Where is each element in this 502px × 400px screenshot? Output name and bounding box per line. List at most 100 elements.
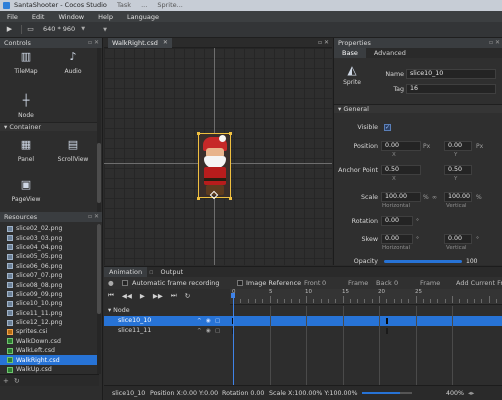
last-frame-icon[interactable]: ⏭: [171, 291, 177, 300]
resource-item[interactable]: slice10_10.png: [0, 299, 99, 308]
skew-y-input[interactable]: 0.00: [444, 234, 472, 244]
container-section[interactable]: ▾ Container: [0, 122, 99, 131]
anchor-y-input[interactable]: 0.50: [444, 165, 472, 175]
control-audio[interactable]: ♪ Audio: [50, 50, 96, 86]
panel-menu-icon[interactable]: ▫ ✕: [88, 38, 99, 48]
position-y-input[interactable]: 0.00: [444, 141, 472, 151]
first-frame-icon[interactable]: ⏮: [108, 291, 114, 300]
resize-handle-bl[interactable]: [197, 197, 200, 200]
tree-row-slice11[interactable]: slice11_11 ^ ◉ ▢: [104, 326, 230, 336]
prev-frame-icon[interactable]: ◀◀: [122, 292, 132, 300]
opacity-slider[interactable]: [384, 260, 462, 263]
menu-window[interactable]: Window: [51, 13, 91, 21]
animation-tab-pin-icon[interactable]: ▫: [147, 267, 155, 277]
resize-handle-br[interactable]: [229, 197, 232, 200]
close-icon[interactable]: ✕: [163, 38, 168, 48]
anchor-x-input[interactable]: 0.50: [381, 165, 421, 175]
playhead-line[interactable]: [233, 297, 234, 385]
resource-item[interactable]: slice02_02.png: [0, 224, 99, 233]
control-tilemap[interactable]: ▥ TileMap: [3, 50, 49, 86]
scale-y-input[interactable]: 100.00: [444, 192, 472, 202]
resources-scrollbar[interactable]: [97, 224, 101, 374]
timeline-row-slice11[interactable]: [230, 326, 502, 336]
panel-menu-icon[interactable]: ▫ ✕: [88, 212, 99, 222]
scale-x-input[interactable]: 100.00: [381, 192, 421, 202]
menu-language[interactable]: Language: [120, 13, 166, 21]
add-current-frame-button[interactable]: Add Current Fr: [456, 277, 502, 289]
resource-item[interactable]: slice04_04.png: [0, 243, 99, 252]
lock-toggle-icon[interactable]: ▢: [215, 316, 220, 326]
lock-icon[interactable]: ^: [197, 316, 202, 326]
resource-item[interactable]: slice09_09.png: [0, 290, 99, 299]
add-icon[interactable]: +: [3, 377, 9, 385]
resolution-select[interactable]: 640 * 960 ▼: [39, 24, 89, 35]
scale-link-icon[interactable]: ∞: [432, 192, 437, 203]
play-icon[interactable]: ▶: [4, 24, 15, 35]
resize-handle-tr[interactable]: [229, 132, 232, 135]
zoom-scroll-icon[interactable]: ◂▸: [468, 386, 474, 400]
resource-item[interactable]: sprites.csi: [0, 327, 99, 336]
lock-toggle-icon[interactable]: ▢: [215, 326, 220, 336]
zoom-value[interactable]: 400%: [446, 386, 464, 400]
scene-viewport[interactable]: [104, 48, 332, 265]
position-x-input[interactable]: 0.00: [381, 141, 421, 151]
rotation-input[interactable]: 0.00: [381, 216, 413, 226]
resource-item[interactable]: slice07_07.png: [0, 271, 99, 280]
tab-base[interactable]: Base: [334, 48, 366, 58]
visibility-eye-icon[interactable]: ◉: [206, 316, 211, 326]
resource-item[interactable]: WalkRight.csd: [0, 355, 99, 365]
resource-item[interactable]: slice08_08.png: [0, 280, 99, 289]
auto-record-checkbox[interactable]: [122, 280, 128, 286]
name-input[interactable]: slice10_10: [406, 69, 496, 79]
tree-row-slice10[interactable]: slice10_10 ^ ◉ ▢: [104, 316, 230, 326]
play-icon[interactable]: ▶: [140, 292, 145, 300]
record-icon[interactable]: ●: [108, 277, 114, 289]
tag-input[interactable]: 16: [406, 84, 496, 94]
resize-handle-tl[interactable]: [197, 132, 200, 135]
control-scrollview[interactable]: ▤ ScrollView: [50, 138, 96, 174]
timeline-row-slice10[interactable]: [230, 316, 502, 326]
control-panel[interactable]: ▦ Panel: [3, 138, 49, 174]
zoom-slider[interactable]: [362, 392, 412, 394]
tree-row-node[interactable]: ▾ Node: [104, 306, 230, 316]
image-reference-checkbox[interactable]: [237, 280, 243, 286]
back-value[interactable]: 0: [394, 277, 398, 289]
general-section[interactable]: ▾ General: [334, 104, 502, 113]
frame-ruler[interactable]: 0 5 10 15 20 25: [230, 289, 502, 305]
menu-help[interactable]: Help: [91, 13, 120, 21]
menu-file[interactable]: File: [0, 13, 25, 21]
timeline-row-node[interactable]: [230, 306, 502, 316]
loop-icon[interactable]: ↻: [185, 292, 190, 300]
keyframe[interactable]: [386, 318, 388, 324]
controls-scrollbar[interactable]: [97, 48, 101, 212]
resources-scroll-thumb[interactable]: [97, 224, 101, 314]
visibility-eye-icon[interactable]: ◉: [206, 326, 211, 336]
tab-output[interactable]: Output: [156, 267, 189, 277]
resource-item[interactable]: slice12_12.png: [0, 318, 99, 327]
options-chevron-icon[interactable]: ▼: [103, 27, 107, 33]
opacity-value[interactable]: 100: [466, 256, 477, 265]
keyframe[interactable]: [386, 328, 388, 334]
tab-advanced[interactable]: Advanced: [366, 48, 414, 58]
device-orientation-icon[interactable]: ▭: [25, 24, 36, 35]
tab-controls-icon[interactable]: ▫ ✕: [318, 38, 329, 48]
controls-scroll-thumb[interactable]: [97, 143, 101, 203]
document-tab-walkright[interactable]: WalkRight.csd ✕: [108, 38, 172, 48]
resource-item[interactable]: WalkDown.csd: [0, 337, 99, 346]
next-frame-icon[interactable]: ▶▶: [153, 292, 163, 300]
resource-item[interactable]: WalkUp.csd: [0, 365, 99, 374]
skew-x-input[interactable]: 0.00: [381, 234, 413, 244]
resource-item[interactable]: WalkLeft.csd: [0, 346, 99, 355]
lock-icon[interactable]: ^: [197, 326, 202, 336]
menu-edit[interactable]: Edit: [25, 13, 52, 21]
resource-item[interactable]: slice11_11.png: [0, 309, 99, 318]
tab-animation[interactable]: Animation: [104, 267, 148, 277]
front-value[interactable]: 0: [322, 277, 326, 289]
resource-item[interactable]: slice06_06.png: [0, 262, 99, 271]
refresh-icon[interactable]: ↻: [14, 377, 20, 385]
visible-checkbox[interactable]: ✓: [384, 124, 391, 131]
resource-item[interactable]: slice03_03.png: [0, 233, 99, 242]
control-pageview[interactable]: ▣ PageView: [3, 178, 49, 214]
resource-item[interactable]: slice05_05.png: [0, 252, 99, 261]
selected-sprite-node[interactable]: [198, 133, 231, 198]
